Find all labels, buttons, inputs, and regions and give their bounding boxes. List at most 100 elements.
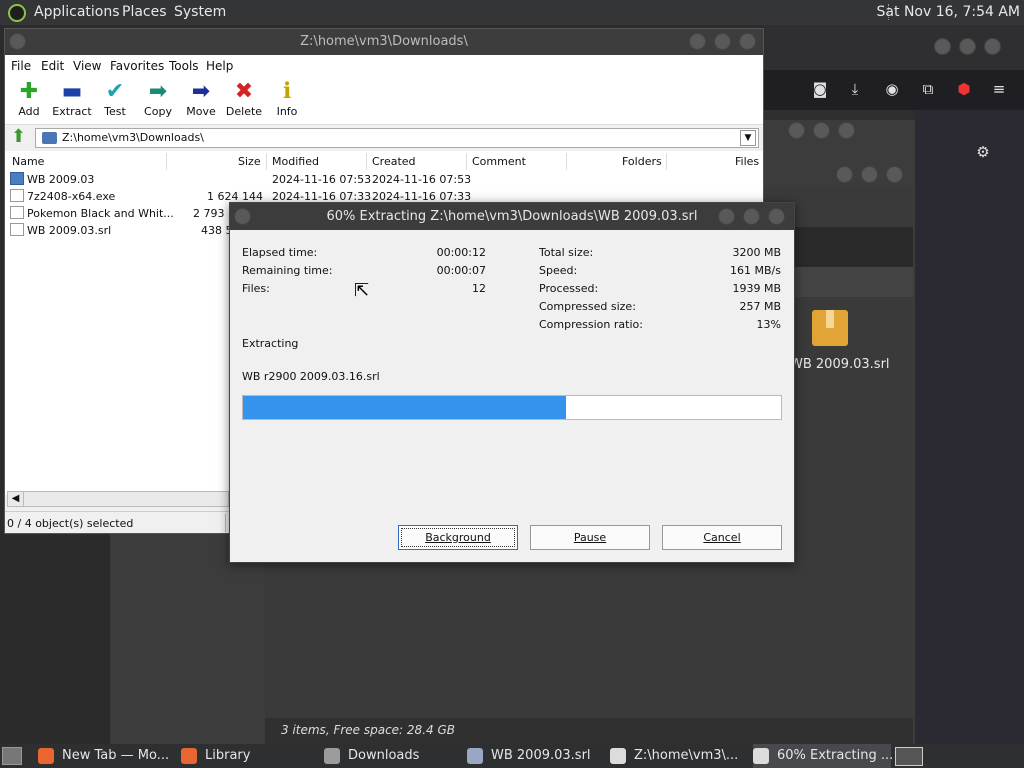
compression-ratio-label: Compression ratio:	[539, 318, 643, 331]
menu-edit[interactable]: Edit	[41, 59, 64, 73]
elapsed-time-label: Elapsed time:	[242, 246, 318, 259]
window-menu-icon[interactable]	[234, 208, 251, 225]
files-window-controls	[836, 166, 903, 183]
add-button[interactable]: ✚ Add	[6, 79, 52, 118]
scroll-left-icon[interactable]: ◀	[8, 492, 24, 506]
maximize-icon[interactable]	[813, 122, 830, 139]
copy-button[interactable]: ➡ Copy	[135, 79, 181, 118]
delete-button[interactable]: ✖ Delete	[221, 79, 267, 118]
menu-system[interactable]: System	[174, 4, 226, 20]
column-size[interactable]: Size	[238, 155, 261, 168]
taskbar-item[interactable]: Downloads	[324, 744, 462, 768]
taskbar-item-label: WB 2009.03.srl	[491, 748, 591, 763]
toolbar-label: Move	[186, 105, 216, 118]
toolbar-label: Test	[104, 105, 126, 118]
hamburger-menu-icon[interactable]: ≡	[990, 80, 1008, 98]
workspace-switcher-icon[interactable]	[895, 747, 923, 766]
folder-icon	[324, 748, 340, 764]
menu-help[interactable]: Help	[206, 59, 233, 73]
file-modified: 2024-11-16 07:53	[272, 173, 372, 186]
account-icon[interactable]: ◉	[883, 80, 901, 98]
mouse-cursor-icon: ⇱	[354, 280, 370, 301]
column-files[interactable]: Files	[735, 155, 759, 168]
taskbar-item[interactable]: 60% Extracting ...	[753, 744, 894, 768]
menu-favorites[interactable]: Favorites	[110, 59, 164, 73]
maximize-icon[interactable]	[959, 38, 976, 55]
menu-file[interactable]: File	[11, 59, 31, 73]
test-button[interactable]: ✔ Test	[92, 79, 138, 118]
selection-status: 0 / 4 object(s) selected	[7, 517, 134, 530]
progress-bar-fill	[243, 396, 566, 419]
move-button[interactable]: ➡ Move	[178, 79, 224, 118]
close-icon[interactable]	[768, 208, 785, 225]
chevron-down-icon[interactable]: ▼	[740, 130, 756, 146]
close-icon[interactable]	[886, 166, 903, 183]
clock[interactable]: Sat Nov 16, 7:54 AM	[877, 4, 1020, 20]
show-desktop-icon[interactable]	[2, 747, 22, 765]
info-icon: ℹ	[282, 79, 292, 104]
taskbar-item-label: 60% Extracting ...	[777, 748, 894, 763]
minus-icon: ▬	[61, 79, 83, 104]
total-size-label: Total size:	[539, 246, 594, 259]
minimize-icon[interactable]	[718, 208, 735, 225]
file-row[interactable]: WB 2009.03 2024-11-16 07:53 2024-11-16 0…	[5, 171, 763, 188]
minimize-icon[interactable]	[836, 166, 853, 183]
menu-applications[interactable]: Applications	[34, 4, 120, 20]
extensions-icon[interactable]: ⧉	[919, 80, 937, 98]
ublock-icon[interactable]: ⬢	[955, 80, 973, 98]
horizontal-scrollbar[interactable]: ◀	[7, 491, 229, 507]
column-name[interactable]: Name	[12, 155, 44, 168]
close-icon[interactable]	[984, 38, 1001, 55]
folder-icon	[42, 132, 57, 144]
dialog-title[interactable]: 60% Extracting Z:\home\vm3\Downloads\WB …	[230, 203, 794, 230]
minimize-icon[interactable]	[788, 122, 805, 139]
column-created[interactable]: Created	[372, 155, 416, 168]
column-folders[interactable]: Folders	[622, 155, 662, 168]
close-icon[interactable]	[838, 122, 855, 139]
menu-places[interactable]: Places	[122, 4, 167, 20]
close-icon[interactable]	[739, 33, 756, 50]
column-comment[interactable]: Comment	[472, 155, 526, 168]
toolbar-label: Copy	[144, 105, 172, 118]
settings-gear-icon[interactable]: ⚙	[974, 143, 992, 161]
column-divider	[666, 153, 667, 170]
window-title[interactable]: Z:\home\vm3\Downloads\	[5, 29, 763, 55]
address-input[interactable]: Z:\home\vm3\Downloads\ ▼	[35, 128, 759, 148]
maximize-icon[interactable]	[861, 166, 878, 183]
top-panel: Applications Places System Sat Nov 16, 7…	[0, 0, 1024, 25]
download-icon[interactable]: ⤓	[846, 80, 864, 98]
address-text: Z:\home\vm3\Downloads\	[62, 131, 204, 144]
taskbar-item[interactable]: Z:\home\vm3\...	[610, 744, 748, 768]
pocket-icon[interactable]: ◙	[811, 80, 829, 98]
menu-view[interactable]: View	[73, 59, 101, 73]
taskbar-item[interactable]: WB 2009.03.srl	[467, 744, 605, 768]
window-menu-icon[interactable]	[9, 33, 26, 50]
cancel-button[interactable]: Cancel	[662, 525, 782, 550]
maximize-icon[interactable]	[743, 208, 760, 225]
menu-tools[interactable]: Tools	[169, 59, 199, 73]
info-button[interactable]: ℹ Info	[264, 79, 310, 118]
firefox-icon	[38, 748, 54, 764]
maximize-icon[interactable]	[714, 33, 731, 50]
operation-label: Extracting	[242, 337, 299, 350]
folder-icon	[10, 172, 24, 185]
up-folder-icon[interactable]: ⬆	[11, 127, 29, 147]
pause-button[interactable]: Pause	[530, 525, 650, 550]
copy-arrow-icon: ➡	[148, 79, 168, 104]
archive-file-icon[interactable]	[812, 310, 848, 346]
speed-label: Speed:	[539, 264, 578, 277]
taskbar-item[interactable]: New Tab — Mo...	[38, 744, 176, 768]
column-divider	[466, 153, 467, 170]
minimize-icon[interactable]	[689, 33, 706, 50]
taskbar-item[interactable]: Library	[181, 744, 319, 768]
background-button[interactable]: Background	[398, 525, 518, 550]
toolbar-label: Add	[18, 105, 40, 118]
file-icon-label[interactable]: WB 2009.03.srl	[790, 357, 890, 372]
7zip-icon	[753, 748, 769, 764]
address-bar: ⬆ Z:\home\vm3\Downloads\ ▼	[5, 125, 763, 151]
column-modified[interactable]: Modified	[272, 155, 319, 168]
extract-button[interactable]: ▬ Extract	[49, 79, 95, 118]
minimize-icon[interactable]	[934, 38, 951, 55]
files-window-controls-back	[788, 122, 855, 139]
distro-logo-icon[interactable]	[8, 4, 26, 22]
